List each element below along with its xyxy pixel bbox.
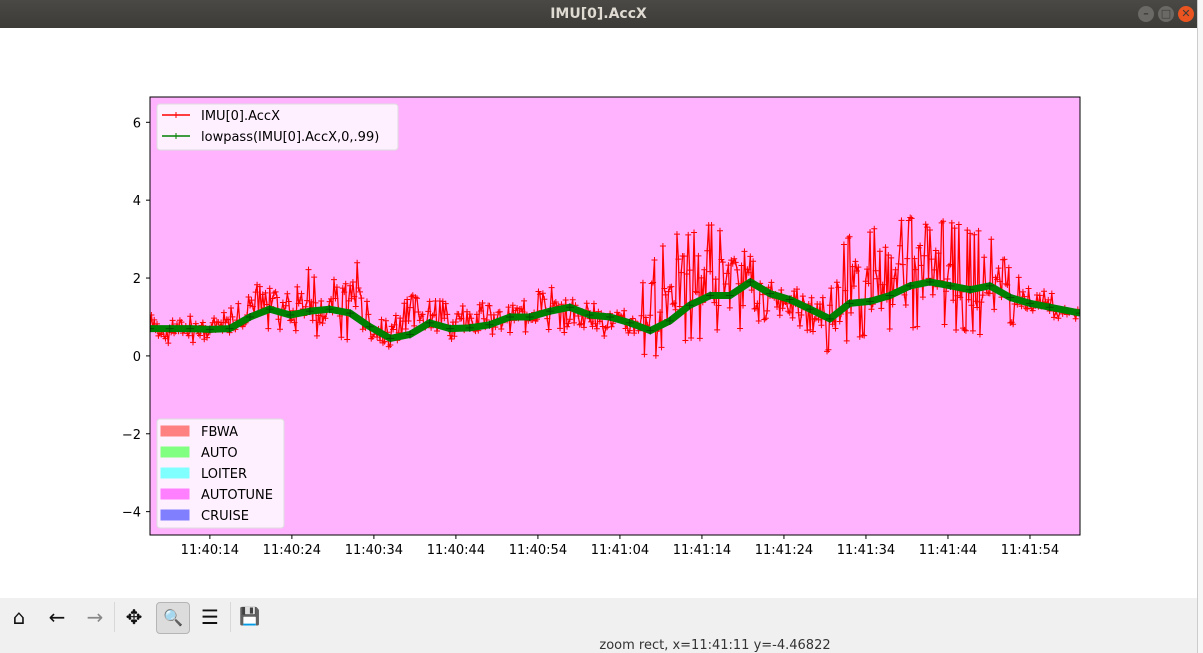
- x-tick-label: 11:41:24: [755, 543, 813, 558]
- y-tick-label: −4: [122, 506, 141, 521]
- legend-swatch: [160, 467, 190, 479]
- save-icon[interactable]: 💾: [234, 602, 266, 632]
- maximize-button[interactable]: □: [1158, 6, 1174, 22]
- mode-legend-label: LOITER: [201, 467, 247, 482]
- toolbar-separator: [230, 602, 231, 632]
- configure-subplots-icon[interactable]: ☰: [194, 602, 226, 632]
- zoom-icon[interactable]: 🔍: [156, 602, 190, 634]
- legend-label: lowpass(IMU[0].AccX,0,.99): [201, 130, 379, 145]
- background-window-edge: [1197, 0, 1203, 653]
- x-tick-label: 11:41:14: [673, 543, 731, 558]
- legend-swatch: [160, 488, 190, 500]
- y-tick-label: 4: [133, 194, 141, 209]
- window-titlebar: IMU[0].AccX – □ ✕: [0, 0, 1197, 28]
- x-tick-label: 11:40:34: [345, 543, 403, 558]
- mode-legend-label: AUTO: [201, 446, 238, 461]
- window-title: IMU[0].AccX: [550, 6, 647, 22]
- x-tick-label: 11:41:54: [1001, 543, 1059, 558]
- toolbar-separator: [114, 602, 115, 632]
- y-tick-label: 6: [133, 116, 141, 131]
- home-icon[interactable]: ⌂: [3, 602, 35, 632]
- navigation-toolbar: ⌂ ← → ✥ 🔍 ☰ 💾 zoom rect, x=11:41:11 y=-4…: [0, 598, 1197, 653]
- minimize-button[interactable]: –: [1138, 6, 1154, 22]
- status-readout: zoom rect, x=11:41:11 y=-4.46822: [599, 638, 831, 653]
- x-tick-label: 11:40:54: [509, 543, 567, 558]
- legend-swatch: [160, 509, 190, 521]
- mode-legend-label: CRUISE: [201, 509, 249, 524]
- legend-swatch: [160, 446, 190, 458]
- back-arrow-icon[interactable]: ←: [41, 602, 73, 632]
- y-tick-label: −2: [122, 428, 141, 443]
- x-tick-label: 11:41:44: [919, 543, 977, 558]
- mode-legend-label: FBWA: [201, 425, 238, 440]
- y-tick-label: 2: [133, 272, 141, 287]
- y-tick-label: 0: [133, 350, 141, 365]
- mode-legend-label: AUTOTUNE: [201, 488, 273, 503]
- x-tick-label: 11:40:44: [427, 543, 485, 558]
- chart[interactable]: 6 4 2 0 −2 −4 11:40:14 11:40:24 11:40:34 11:40:44…: [0, 28, 1197, 598]
- x-tick-label: 11:40:14: [181, 543, 239, 558]
- legend-swatch: [160, 425, 190, 437]
- x-tick-label: 11:41:04: [591, 543, 649, 558]
- close-button[interactable]: ✕: [1178, 6, 1194, 22]
- x-tick-label: 11:40:24: [263, 543, 321, 558]
- forward-arrow-icon[interactable]: →: [79, 602, 111, 632]
- pan-icon[interactable]: ✥: [118, 602, 150, 632]
- legend-label: IMU[0].AccX: [201, 109, 280, 124]
- x-tick-label: 11:41:34: [837, 543, 895, 558]
